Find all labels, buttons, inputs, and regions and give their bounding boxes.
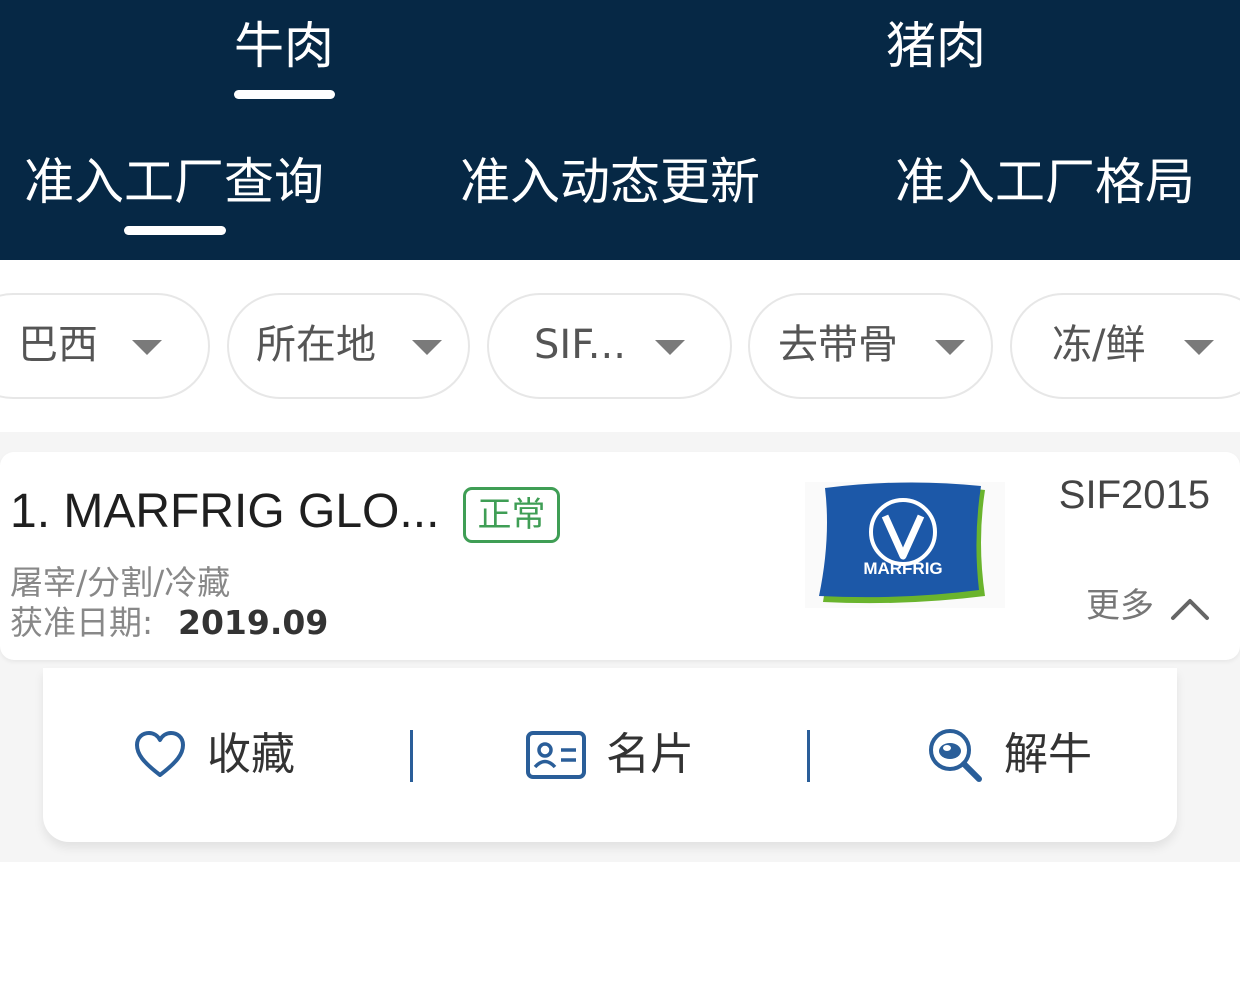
sif-code: SIF2015 <box>1058 473 1210 517</box>
dropdown-arrow-icon <box>132 340 162 355</box>
tab-factory-landscape[interactable]: 准入工厂格局 <box>895 150 1195 214</box>
company-logo: MARFRIG <box>805 482 1005 608</box>
top-header: 牛肉 猪肉 准入工厂查询 准入动态更新 准入工厂格局 <box>0 0 1240 260</box>
divider <box>410 730 413 782</box>
business-card-label: 名片 <box>606 729 694 780</box>
dropdown-arrow-icon <box>412 340 442 355</box>
tab-pork[interactable]: 猪肉 <box>886 14 986 78</box>
heart-icon <box>135 731 185 777</box>
business-card-icon <box>526 731 586 779</box>
bone-filter[interactable]: 去带骨 <box>748 293 993 399</box>
country-filter[interactable]: 巴西 <box>0 293 210 399</box>
dropdown-arrow-icon <box>1184 340 1214 355</box>
dropdown-arrow-icon <box>655 340 685 355</box>
favorite-label: 收藏 <box>207 729 295 780</box>
company-name[interactable]: 1. MARFRIG GLO... <box>10 482 439 542</box>
favorite-button[interactable]: 收藏 <box>133 726 295 784</box>
tab-beef-active-indicator <box>234 90 335 99</box>
more-label: 更多 <box>1086 586 1154 626</box>
company-card[interactable]: 1. MARFRIG GLO... 正常 屠宰/分割/冷藏 获准日期: 2019… <box>0 452 1240 660</box>
divider <box>807 730 810 782</box>
tab-approval-updates[interactable]: 准入动态更新 <box>460 150 760 214</box>
tab-beef[interactable]: 牛肉 <box>234 14 334 78</box>
dropdown-arrow-icon <box>935 340 965 355</box>
chevron-up-icon <box>1171 598 1209 620</box>
sub-tab-active-indicator <box>124 226 226 235</box>
action-panel: 收藏 名片 解牛 <box>43 668 1177 842</box>
sif-filter[interactable]: SIF... <box>487 293 732 399</box>
location-filter-label: 所在地 <box>256 322 376 368</box>
business-card-button[interactable]: 名片 <box>526 726 694 784</box>
operations-text: 屠宰/分割/冷藏 <box>10 563 231 602</box>
more-toggle-button[interactable]: 更多 <box>1086 584 1210 628</box>
bone-filter-label: 去带骨 <box>778 322 898 368</box>
status-badge: 正常 <box>463 487 560 543</box>
sif-filter-label: SIF... <box>534 322 626 368</box>
approval-date-label: 获准日期: <box>10 603 154 642</box>
tab-approved-factory-query[interactable]: 准入工厂查询 <box>24 150 324 214</box>
logo-text: MARFRIG <box>863 559 942 578</box>
meat-analysis-label: 解牛 <box>1004 729 1092 780</box>
meat-analysis-button[interactable]: 解牛 <box>926 726 1092 784</box>
approval-date-value: 2019.09 <box>178 603 329 642</box>
frozen-fresh-filter-label: 冻/鲜 <box>1052 322 1146 368</box>
frozen-fresh-filter[interactable]: 冻/鲜 <box>1010 293 1240 399</box>
country-filter-label: 巴西 <box>18 322 98 368</box>
magnifier-meat-icon <box>929 729 982 782</box>
location-filter[interactable]: 所在地 <box>227 293 470 399</box>
